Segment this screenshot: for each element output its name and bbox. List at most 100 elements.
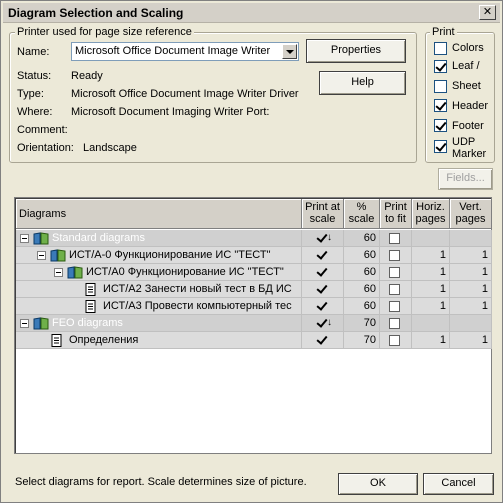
table-row[interactable]: ИСТ/А-0 Функционирование ИС "ТЕСТ" 60 1 1 <box>16 247 492 264</box>
status-text: Select diagrams for report. Scale determ… <box>15 476 307 488</box>
collapse-icon[interactable] <box>20 234 29 243</box>
help-button[interactable]: Help <box>319 71 406 95</box>
column-header-print-at-scale[interactable]: Print at scale <box>302 199 344 229</box>
window-title: Diagram Selection and Scaling <box>8 6 184 20</box>
chevron-down-icon[interactable] <box>282 44 297 59</box>
sheet-checkbox[interactable] <box>434 80 447 93</box>
column-header-scale[interactable]: % scale <box>344 199 380 229</box>
horiz-pages-cell[interactable]: 1 <box>412 298 450 315</box>
column-header-horiz-pages[interactable]: Horiz. pages <box>412 199 450 229</box>
diagram-name-cell[interactable]: Standard diagrams <box>16 230 302 247</box>
status-label: Status: <box>17 70 52 82</box>
scale-cell[interactable]: 60 <box>344 281 380 298</box>
diagram-name-cell[interactable]: ИСТ/А-0 Функционирование ИС "ТЕСТ" <box>16 247 302 264</box>
vert-pages-cell[interactable]: 1 <box>450 332 492 349</box>
title-bar[interactable]: Diagram Selection and Scaling ✕ <box>3 3 500 23</box>
diagram-name: ИСТ/А2 Занести новый тест в БД ИС <box>103 283 292 295</box>
print-at-scale-checkbox[interactable] <box>316 283 329 296</box>
book-icon <box>33 232 49 245</box>
print-at-scale-checkbox[interactable] <box>316 249 329 262</box>
collapse-icon[interactable] <box>37 251 46 260</box>
print-at-scale-cell: ↓ <box>302 315 344 332</box>
print-to-fit-checkbox[interactable] <box>389 301 400 312</box>
horiz-pages-cell[interactable]: 1 <box>412 281 450 298</box>
scale-cell[interactable]: 70 <box>344 332 380 349</box>
vert-pages-cell[interactable]: 1 <box>450 281 492 298</box>
colors-checkbox[interactable] <box>434 42 447 55</box>
column-header-diagrams[interactable]: Diagrams <box>16 199 302 229</box>
table-row[interactable]: FEO diagrams ↓ 70 <box>16 315 492 332</box>
diagram-name: Определения <box>69 334 139 346</box>
column-header-vert-pages[interactable]: Vert. pages <box>450 199 492 229</box>
printer-group: Printer used for page size reference Nam… <box>9 26 417 163</box>
arrow-down-icon: ↓ <box>327 232 332 243</box>
scale-cell[interactable]: 70 <box>344 315 380 332</box>
collapse-icon[interactable] <box>54 268 63 277</box>
diagrams-grid: Diagrams Print at scale % scale Print to… <box>14 197 492 454</box>
print-at-scale-cell <box>302 332 344 349</box>
horiz-pages-cell[interactable]: 1 <box>412 264 450 281</box>
diagram-name-cell[interactable]: Определения <box>16 332 302 349</box>
table-row[interactable]: ИСТ/А3 Провести компьютерный тес 60 1 1 <box>16 298 492 315</box>
table-row[interactable]: Standard diagrams ↓ 60 <box>16 230 492 247</box>
diagram-name-cell[interactable]: ИСТ/А3 Провести компьютерный тес <box>16 298 302 315</box>
ok-button[interactable]: OK <box>338 473 418 495</box>
print-to-fit-checkbox[interactable] <box>389 284 400 295</box>
horiz-pages-cell[interactable] <box>412 230 450 247</box>
printer-name-select[interactable]: Microsoft Office Document Image Writer <box>71 42 299 61</box>
scale-cell[interactable]: 60 <box>344 264 380 281</box>
print-at-scale-cell <box>302 298 344 315</box>
horiz-pages-cell[interactable]: 1 <box>412 247 450 264</box>
vert-pages-cell[interactable]: 1 <box>450 264 492 281</box>
udp-marker-checkbox[interactable] <box>434 140 447 153</box>
print-to-fit-cell <box>380 281 412 298</box>
table-row[interactable]: ИСТ/А0 Функционирование ИС "ТЕСТ" 60 1 1 <box>16 264 492 281</box>
print-to-fit-cell <box>380 298 412 315</box>
diagram-name-cell[interactable]: FEO diagrams <box>16 315 302 332</box>
diagram-name-cell[interactable]: ИСТ/А0 Функционирование ИС "ТЕСТ" <box>16 264 302 281</box>
print-to-fit-checkbox[interactable] <box>389 250 400 261</box>
diagram-name: FEO diagrams <box>52 317 123 329</box>
print-at-scale-checkbox[interactable] <box>316 300 329 313</box>
horiz-pages-cell[interactable] <box>412 315 450 332</box>
document-icon <box>84 300 98 313</box>
header-label: Header <box>452 100 489 112</box>
horiz-pages-cell[interactable]: 1 <box>412 332 450 349</box>
vert-pages-cell[interactable] <box>450 230 492 247</box>
fields-button[interactable]: Fields... <box>438 168 493 190</box>
comment-label: Comment: <box>17 124 68 136</box>
print-at-scale-cell: ↓ <box>302 230 344 247</box>
close-button[interactable]: ✕ <box>479 5 496 20</box>
orientation-label: Orientation: <box>17 142 74 154</box>
orientation-value: Landscape <box>83 142 137 154</box>
footer-checkbox[interactable] <box>434 119 447 132</box>
column-header-print-to-fit[interactable]: Print to fit <box>380 199 412 229</box>
table-row[interactable]: Определения 70 1 1 <box>16 332 492 349</box>
scale-cell[interactable]: 60 <box>344 247 380 264</box>
diagram-name-cell[interactable]: ИСТ/А2 Занести новый тест в БД ИС <box>16 281 302 298</box>
print-to-fit-checkbox[interactable] <box>389 318 400 329</box>
print-to-fit-checkbox[interactable] <box>389 267 400 278</box>
table-row[interactable]: ИСТ/А2 Занести новый тест в БД ИС 60 1 1 <box>16 281 492 298</box>
print-to-fit-checkbox[interactable] <box>389 335 400 346</box>
leaf-checkbox[interactable] <box>434 60 447 73</box>
leaf-label: Leaf / <box>452 60 480 72</box>
vert-pages-cell[interactable] <box>450 315 492 332</box>
cancel-button[interactable]: Cancel <box>423 473 494 495</box>
print-at-scale-cell <box>302 264 344 281</box>
header-checkbox[interactable] <box>434 99 447 112</box>
printer-name-value: Microsoft Office Document Image Writer <box>75 45 271 57</box>
vert-pages-cell[interactable]: 1 <box>450 247 492 264</box>
print-at-scale-checkbox[interactable] <box>316 334 329 347</box>
type-label: Type: <box>17 88 44 100</box>
vert-pages-cell[interactable]: 1 <box>450 298 492 315</box>
print-at-scale-checkbox[interactable] <box>316 266 329 279</box>
scale-cell[interactable]: 60 <box>344 230 380 247</box>
properties-button[interactable]: Properties <box>306 39 406 63</box>
collapse-icon[interactable] <box>20 319 29 328</box>
diagram-name: ИСТ/А0 Функционирование ИС "ТЕСТ" <box>86 266 284 278</box>
book-icon <box>67 266 83 279</box>
print-to-fit-cell <box>380 332 412 349</box>
scale-cell[interactable]: 60 <box>344 298 380 315</box>
print-to-fit-checkbox[interactable] <box>389 233 400 244</box>
